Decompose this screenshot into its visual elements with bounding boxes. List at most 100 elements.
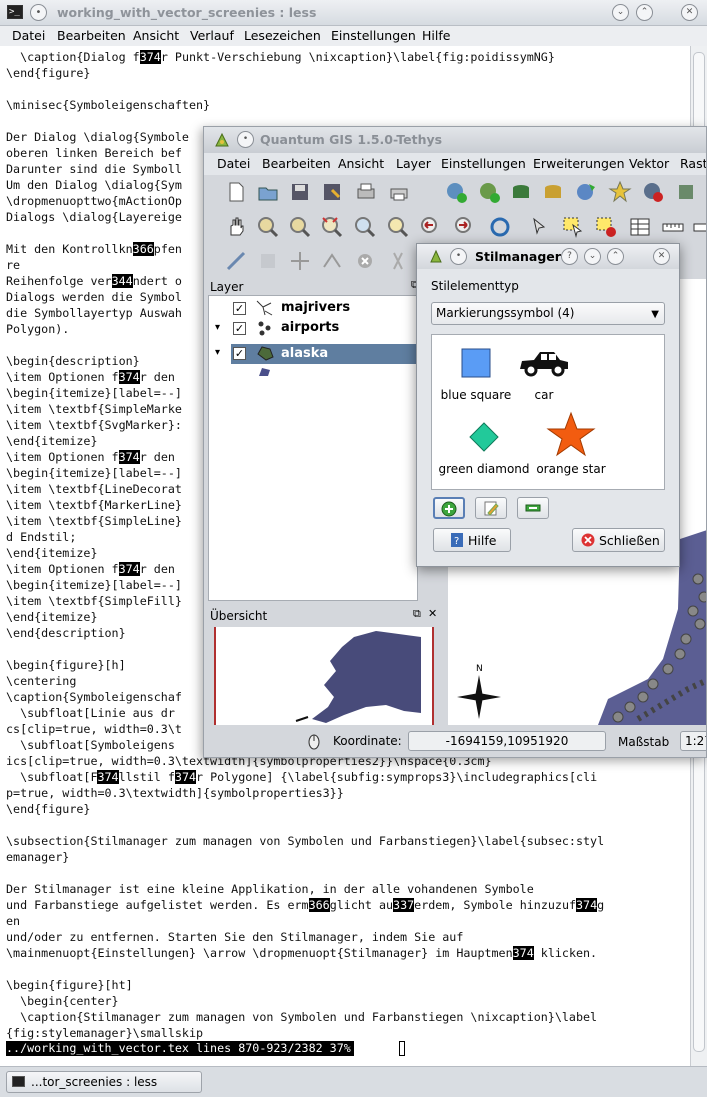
add-vector-layer-icon[interactable]: [444, 180, 468, 204]
symbol-item-car[interactable]: car: [516, 347, 572, 402]
qgis-titlebar[interactable]: • Quantum GIS 1.5.0-Tethys: [204, 127, 706, 153]
close-icon[interactable]: ✕: [653, 248, 670, 265]
qgis-menu-raster[interactable]: Rast: [680, 156, 706, 171]
help-button[interactable]: ? Hilfe: [433, 528, 511, 552]
new-project-icon[interactable]: [224, 180, 248, 204]
toggle-editing-icon[interactable]: [674, 180, 698, 204]
scale-label: Maßstab: [618, 735, 670, 749]
new-vector-layer-icon[interactable]: [608, 180, 632, 204]
qgis-menu-bearbeiten[interactable]: Bearbeiten: [262, 156, 331, 171]
save-project-icon[interactable]: [288, 180, 312, 204]
measure-line-icon[interactable]: [661, 215, 685, 239]
refresh-icon[interactable]: [488, 215, 512, 239]
style-type-select[interactable]: Markierungssymbol (4) ▼: [431, 302, 665, 325]
terminal-titlebar[interactable]: >_ • working_with_vector_screenies : les…: [0, 0, 707, 26]
measure-area-icon[interactable]: [692, 215, 706, 239]
identify-icon[interactable]: [528, 215, 552, 239]
layer-name-airports[interactable]: airports: [281, 320, 339, 335]
qgis-menu-erweiterungen[interactable]: Erweiterungen: [533, 156, 625, 171]
layer-name-majrivers[interactable]: majrivers: [281, 300, 350, 315]
add-raster-layer-icon[interactable]: [477, 180, 501, 204]
text-line: und/oder zu entfernen. Starten Sie den S…: [6, 930, 464, 944]
symbol-label: orange star: [536, 462, 606, 476]
menu-bearbeiten[interactable]: Bearbeiten: [57, 28, 126, 43]
layer-checkbox-airports[interactable]: ✓: [233, 322, 246, 335]
layer-name-alaska[interactable]: alaska: [281, 346, 328, 361]
save-edits-icon[interactable]: [256, 249, 280, 273]
help-icon[interactable]: ?: [561, 248, 578, 265]
zoom-in-icon[interactable]: [256, 215, 280, 239]
layer-checkbox-alaska[interactable]: ✓: [233, 347, 246, 360]
qgis-menu-ansicht[interactable]: Ansicht: [338, 156, 384, 171]
scale-field[interactable]: 1:27: [680, 731, 706, 751]
print-icon[interactable]: [387, 180, 411, 204]
stilmanager-titlebar[interactable]: • Stilmanager ? ⌄ ⌃ ✕: [417, 244, 679, 269]
search-match: 366: [132, 242, 154, 256]
expand-icon[interactable]: ▾: [215, 322, 220, 333]
zoom-next-icon[interactable]: [453, 215, 477, 239]
zoom-selection-icon[interactable]: [386, 215, 410, 239]
open-project-icon[interactable]: [256, 180, 280, 204]
search-match: 366: [308, 898, 330, 912]
qgis-menu-vektor[interactable]: Vektor: [629, 156, 669, 171]
close-button[interactable]: Schließen: [572, 528, 665, 552]
save-as-icon[interactable]: [320, 180, 344, 204]
delete-selected-icon[interactable]: [353, 249, 377, 273]
add-postgis-layer-icon[interactable]: [509, 180, 533, 204]
remove-layer-icon[interactable]: [641, 180, 665, 204]
menu-lesezeichen[interactable]: Lesezeichen: [244, 28, 321, 43]
minimize-icon[interactable]: ⌄: [584, 248, 601, 265]
remove-symbol-button[interactable]: [517, 497, 549, 519]
float-panel-icon[interactable]: ⧉: [413, 607, 421, 621]
menu-datei[interactable]: Datei: [12, 28, 45, 43]
zoom-last-icon[interactable]: [419, 215, 443, 239]
text-line: ​: [6, 81, 696, 97]
coordinate-label: Koordinate:: [333, 734, 402, 748]
minimize-icon[interactable]: ⌄: [612, 4, 629, 21]
layer-tree[interactable]: ✓ majrivers ▾ ✓ airports ▾ ✓ alaska: [208, 295, 419, 601]
menu-hilfe[interactable]: Hilfe: [422, 28, 450, 43]
capture-line-icon[interactable]: [224, 249, 248, 273]
select-features-icon[interactable]: [561, 215, 585, 239]
symbol-item-blue-square[interactable]: blue square: [438, 347, 514, 402]
qgis-menu-layer[interactable]: Layer: [396, 156, 431, 171]
print-composer-icon[interactable]: [354, 180, 378, 204]
zoom-out-icon[interactable]: [288, 215, 312, 239]
menu-verlauf[interactable]: Verlauf: [190, 28, 234, 43]
symbol-item-green-diamond[interactable]: green diamond: [438, 421, 530, 476]
zoom-layer-icon[interactable]: [353, 215, 377, 239]
deselect-icon[interactable]: [594, 215, 618, 239]
maximize-icon[interactable]: ⌃: [636, 4, 653, 21]
qgis-menu-einstellungen[interactable]: Einstellungen: [441, 156, 526, 171]
edit-symbol-button[interactable]: [475, 497, 507, 519]
symbol-item-orange-star[interactable]: orange star: [532, 411, 610, 476]
layer-panel-header: Layer ⧉: [208, 278, 419, 295]
pin-icon[interactable]: •: [237, 131, 254, 148]
move-feature-icon[interactable]: [288, 249, 312, 273]
overview-map[interactable]: [214, 627, 434, 727]
symbol-label: car: [534, 388, 554, 402]
text-line: ​: [6, 865, 696, 881]
layer-checkbox-majrivers[interactable]: ✓: [233, 302, 246, 315]
taskbar-item-terminal[interactable]: ...tor_screenies : less: [6, 1071, 202, 1093]
pan-icon[interactable]: [224, 215, 248, 239]
add-spatialite-layer-icon[interactable]: [541, 180, 565, 204]
zoom-full-icon[interactable]: [320, 215, 344, 239]
pin-icon[interactable]: •: [450, 248, 467, 265]
maximize-icon[interactable]: ⌃: [607, 248, 624, 265]
menu-einstellungen[interactable]: Einstellungen: [331, 28, 416, 43]
close-icon[interactable]: ✕: [681, 4, 698, 21]
symbol-label: blue square: [440, 388, 512, 402]
qgis-menu-datei[interactable]: Datei: [217, 156, 250, 171]
expand-icon[interactable]: ▾: [215, 347, 220, 358]
menu-ansicht[interactable]: Ansicht: [133, 28, 179, 43]
cut-features-icon[interactable]: [386, 249, 410, 273]
add-wms-layer-icon[interactable]: [574, 180, 598, 204]
close-panel-icon[interactable]: ✕: [428, 607, 437, 620]
symbol-list[interactable]: blue square car green diamond orange sta…: [431, 334, 665, 490]
add-symbol-button[interactable]: [433, 497, 465, 519]
coordinate-field[interactable]: -1694159,10951920: [408, 731, 606, 751]
pin-icon[interactable]: •: [30, 4, 47, 21]
node-tool-icon[interactable]: [320, 249, 344, 273]
attribute-table-icon[interactable]: [628, 215, 652, 239]
